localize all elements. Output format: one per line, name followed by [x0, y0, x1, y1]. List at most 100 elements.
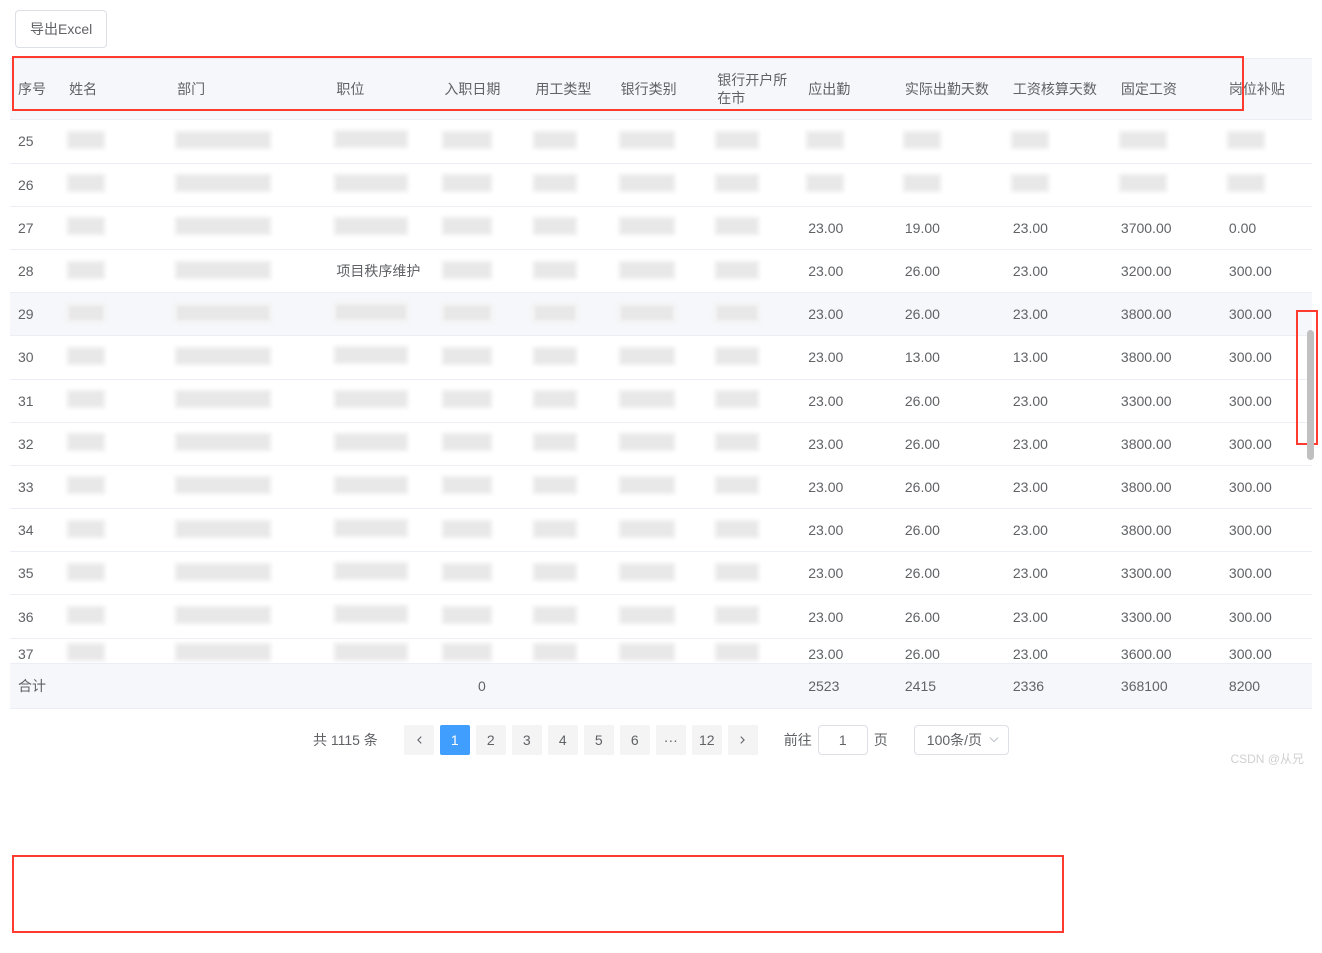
col-post-subsidy[interactable]: 岗位补贴: [1221, 59, 1312, 120]
table-row[interactable]: 3323.0026.0023.003800.00300.00: [10, 465, 1312, 508]
prev-page-button[interactable]: [404, 725, 434, 755]
page-button-4[interactable]: 4: [548, 725, 578, 755]
goto-suffix: 页: [874, 730, 888, 750]
cell-hire-date: [436, 336, 527, 379]
cell-bank-city: [709, 379, 800, 422]
table-row[interactable]: 28项目秩序维护23.0026.0023.003200.00300.00: [10, 249, 1312, 292]
goto-label: 前往: [784, 730, 812, 750]
cell-emp-type: [527, 595, 612, 638]
col-department[interactable]: 部门: [169, 59, 328, 120]
col-index[interactable]: 序号: [10, 59, 61, 120]
col-emp-type[interactable]: 用工类型: [527, 59, 612, 120]
cell-emp-type: [527, 465, 612, 508]
cell-index: 26: [10, 163, 61, 206]
cell-bank-type: [613, 638, 710, 663]
totals-label: 合计: [10, 663, 61, 708]
page-size-select[interactable]: 100条/页: [914, 725, 1009, 755]
table-row[interactable]: 2723.0019.0023.003700.000.00: [10, 206, 1312, 249]
cell-post-subsidy: [1221, 120, 1312, 163]
cell-position: [328, 379, 436, 422]
cell-salary-days: 23.00: [1005, 465, 1113, 508]
cell-bank-type: [613, 552, 710, 595]
cell-fixed-salary: 3800.00: [1113, 465, 1221, 508]
cell-bank-city: [709, 595, 800, 638]
table-row[interactable]: 3123.0026.0023.003300.00300.00: [10, 379, 1312, 422]
cell-actual-attend: 26.00: [897, 379, 1005, 422]
table-row[interactable]: 3523.0026.0023.003300.00300.00: [10, 552, 1312, 595]
cell-hire-date: [436, 552, 527, 595]
table-row[interactable]: 3423.0026.0023.003800.00300.00: [10, 509, 1312, 552]
cell-department: [169, 422, 328, 465]
cell-actual-attend: 26.00: [897, 422, 1005, 465]
cell-position: 项目秩序维护: [328, 249, 436, 292]
cell-actual-attend: 26.00: [897, 595, 1005, 638]
totals-row: 合计 0 2523 2415 2336 368100 8200: [10, 663, 1312, 708]
table-row[interactable]: 26: [10, 163, 1312, 206]
pagination: 共 1115 条 123456···12 前往 页 100条/页: [10, 709, 1312, 763]
table-row[interactable]: 3223.0026.0023.003800.00300.00: [10, 422, 1312, 465]
cell-name: [61, 206, 169, 249]
col-bank-city[interactable]: 银行开户所在市: [709, 59, 800, 120]
cell-department: [169, 206, 328, 249]
cell-fixed-salary: [1113, 120, 1221, 163]
table-row[interactable]: 3023.0013.0013.003800.00300.00: [10, 336, 1312, 379]
cell-post-subsidy: 300.00: [1221, 595, 1312, 638]
cell-post-subsidy: 300.00: [1221, 422, 1312, 465]
col-should-attend[interactable]: 应出勤: [800, 59, 897, 120]
data-table: 序号 姓名 部门 职位 入职日期 用工类型 银行类别 银行开户所在市 应出勤 实…: [10, 58, 1312, 709]
col-salary-days[interactable]: 工资核算天数: [1005, 59, 1113, 120]
cell-emp-type: [527, 163, 612, 206]
cell-position: [328, 465, 436, 508]
cell-fixed-salary: 3800.00: [1113, 293, 1221, 336]
cell-department: [169, 509, 328, 552]
cell-department: [169, 336, 328, 379]
export-excel-button[interactable]: 导出Excel: [15, 10, 107, 48]
col-name[interactable]: 姓名: [61, 59, 169, 120]
cell-position: [328, 595, 436, 638]
page-button-6[interactable]: 6: [620, 725, 650, 755]
cell-bank-type: [613, 465, 710, 508]
cell-fixed-salary: 3800.00: [1113, 509, 1221, 552]
page-button-12[interactable]: 12: [692, 725, 722, 755]
cell-actual-attend: 26.00: [897, 293, 1005, 336]
cell-bank-city: [709, 293, 800, 336]
page-button-3[interactable]: 3: [512, 725, 542, 755]
cell-post-subsidy: [1221, 163, 1312, 206]
cell-bank-city: [709, 422, 800, 465]
page-button-1[interactable]: 1: [440, 725, 470, 755]
cell-emp-type: [527, 293, 612, 336]
goto-page-input[interactable]: [818, 725, 868, 755]
totals-fixed: 368100: [1113, 663, 1221, 708]
page-button-2[interactable]: 2: [476, 725, 506, 755]
pagination-ellipsis: ···: [656, 725, 686, 755]
chevron-down-icon: [988, 732, 1000, 748]
totals-calc: 2336: [1005, 663, 1113, 708]
col-bank-type[interactable]: 银行类别: [613, 59, 710, 120]
col-actual-attend[interactable]: 实际出勤天数: [897, 59, 1005, 120]
table-row[interactable]: 2923.0026.0023.003800.00300.00: [10, 293, 1312, 336]
cell-bank-city: [709, 336, 800, 379]
cell-should-attend: 23.00: [800, 595, 897, 638]
cell-bank-city: [709, 552, 800, 595]
cell-bank-city: [709, 206, 800, 249]
table-row[interactable]: 25: [10, 120, 1312, 163]
cell-department: [169, 163, 328, 206]
cell-should-attend: 23.00: [800, 552, 897, 595]
cell-emp-type: [527, 249, 612, 292]
cell-department: [169, 249, 328, 292]
cell-department: [169, 379, 328, 422]
cell-salary-days: 13.00: [1005, 336, 1113, 379]
cell-actual-attend: 19.00: [897, 206, 1005, 249]
table-row[interactable]: 3623.0026.0023.003300.00300.00: [10, 595, 1312, 638]
cell-hire-date: [436, 422, 527, 465]
next-page-button[interactable]: [728, 725, 758, 755]
col-position[interactable]: 职位: [328, 59, 436, 120]
col-fixed-salary[interactable]: 固定工资: [1113, 59, 1221, 120]
cell-bank-city: [709, 249, 800, 292]
cell-bank-type: [613, 336, 710, 379]
table-row[interactable]: 3723.0026.0023.003600.00300.00: [10, 638, 1312, 663]
totals-actual: 2415: [897, 663, 1005, 708]
col-hire-date[interactable]: 入职日期: [436, 59, 527, 120]
page-button-5[interactable]: 5: [584, 725, 614, 755]
cell-bank-city: [709, 465, 800, 508]
